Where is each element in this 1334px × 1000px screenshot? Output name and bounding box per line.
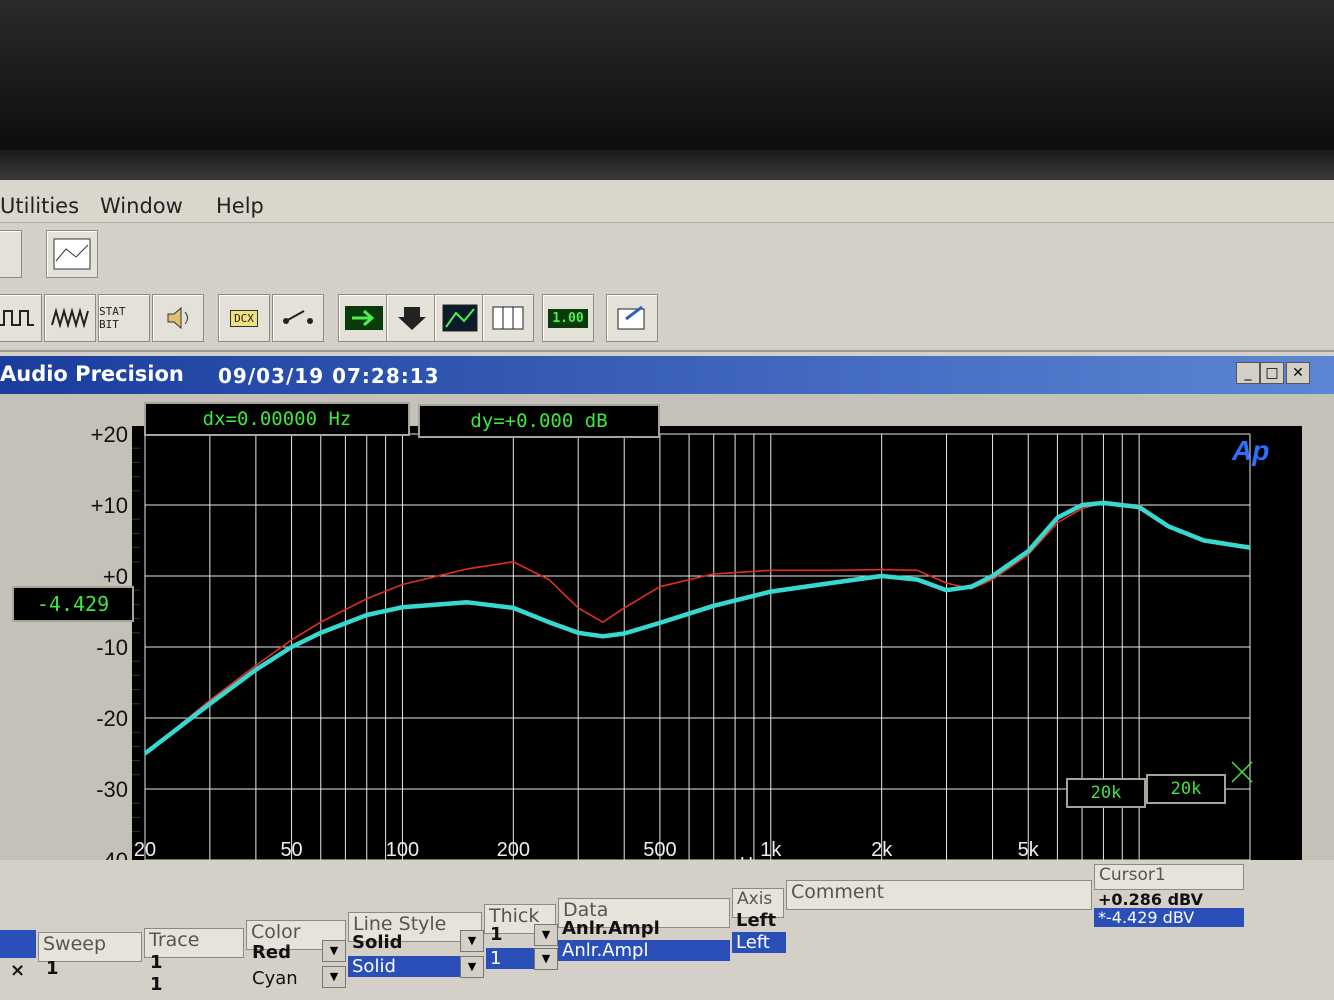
window-timestamp: 09/03/19 07:28:13 [218,364,440,388]
app-screen: Utilities Window Help STAT BIT DCX 1.00 … [0,180,1334,1000]
minimize-button[interactable]: _ [1236,362,1260,384]
y-tick-label: -30 [96,777,128,802]
x-tick-label: 20 [134,839,156,861]
down-arrow-icon [398,307,426,330]
square-wave-icon [0,310,34,326]
graph-icon [53,238,91,270]
x-tick-label: 50 [280,839,302,861]
row2-color[interactable]: Cyan [252,968,298,989]
row1-color[interactable]: Red [252,942,291,963]
color-dropdown-icon[interactable]: ▼ [322,940,346,962]
graph-panel: +20+10+0-10-20-30-40 20501002005001k2k5k… [0,394,1334,874]
row1-style[interactable]: Solid [352,932,403,953]
go-button[interactable] [338,294,390,342]
x-cursor-1-readout[interactable]: 20k [1066,778,1146,808]
col-cursor1[interactable]: Cursor1 [1094,864,1244,890]
graph-view-button[interactable] [434,294,486,342]
row2-style[interactable]: Solid [348,956,462,977]
monitor-bezel [0,0,1334,150]
menu-utilities[interactable]: Utilities [0,194,79,218]
graph-window-button[interactable] [46,230,98,278]
export-icon [617,305,645,330]
thick-dropdown-icon-2[interactable]: ▼ [534,948,558,970]
row2-thick[interactable]: 1 [486,948,536,969]
stop-button[interactable] [386,294,438,342]
style-dropdown-icon[interactable]: ▼ [460,930,484,952]
stat-bit-button[interactable]: STAT BIT [98,294,150,342]
color-dropdown-icon-2[interactable]: ▼ [322,966,346,988]
y-tick-label: +20 [91,422,128,447]
panel-icon [492,306,524,330]
row-marker[interactable]: × [10,960,25,981]
row-selector-swatch[interactable] [0,930,36,958]
dx-readout: dx=0.00000 Hz [144,402,410,436]
waveform-button[interactable] [0,294,42,342]
x-tick-label: 500 [643,839,676,861]
maximize-button[interactable]: □ [1260,362,1284,384]
thick-dropdown-icon[interactable]: ▼ [534,924,558,946]
ap-logo: Ap [1231,435,1269,466]
row1-cursor: +0.286 dBV [1098,890,1203,909]
dcx-label: DCX [230,309,258,327]
window-title: Audio Precision [0,362,184,386]
col-comment[interactable]: Comment [786,880,1092,910]
burst-button[interactable] [44,294,96,342]
x-tick-label: 5k [1018,839,1040,861]
meter-button[interactable]: 1.00 [542,294,594,342]
x-tick-label: 1k [760,839,782,861]
switcher-button[interactable] [272,294,324,342]
switch-icon [283,310,313,324]
x-tick-label: 2k [871,839,893,861]
x-cursor-2-readout[interactable]: 20k [1146,774,1226,804]
graph-window-titlebar[interactable]: Audio Precision 09/03/19 07:28:13 _ □ ✕ [0,356,1334,394]
monitor-bezel-edge [0,150,1334,180]
row2-data[interactable]: Anlr.Ampl [558,940,730,961]
graph-view-icon [442,304,478,332]
y-cursor-readout[interactable]: -4.429 [12,586,134,622]
speaker-icon [167,306,188,330]
row1-trace: 1 [150,952,163,973]
trace-legend-table: Sweep Trace Color Line Style Thick Data … [0,860,1334,1000]
toolbar-bottom: STAT BIT DCX 1.00 [0,286,1334,352]
meter-readout: 1.00 [548,308,588,328]
menu-bar: Utilities Window Help [0,180,1334,223]
toolbar-top [0,224,1334,286]
y-tick-label: +10 [91,493,128,518]
row2-trace: 1 [150,974,163,995]
panel-button[interactable] [482,294,534,342]
row1-thick[interactable]: 1 [490,924,503,945]
x-tick-label: 200 [497,839,530,861]
row1-sweep: 1 [46,958,59,979]
row2-cursor: *-4.429 dBV [1094,908,1244,927]
row2-axis[interactable]: Left [732,932,786,953]
go-arrow-icon [345,306,383,330]
dcx-button[interactable]: DCX [218,294,270,342]
y-tick-label: -20 [96,706,128,731]
x-tick-label: 100 [386,839,419,861]
style-dropdown-icon-2[interactable]: ▼ [460,956,484,978]
menu-help[interactable]: Help [216,194,264,218]
export-button[interactable] [606,294,658,342]
close-button[interactable]: ✕ [1286,362,1310,384]
toolbar-button-partial[interactable] [0,230,22,278]
row1-axis[interactable]: Left [736,910,776,931]
menu-window[interactable]: Window [100,194,183,218]
speaker-button[interactable] [152,294,204,342]
dy-readout: dy=+0.000 dB [418,404,660,438]
y-tick-label: -10 [96,635,128,660]
row1-data[interactable]: Anlr.Ampl [562,918,660,939]
burst-wave-icon [51,307,89,329]
